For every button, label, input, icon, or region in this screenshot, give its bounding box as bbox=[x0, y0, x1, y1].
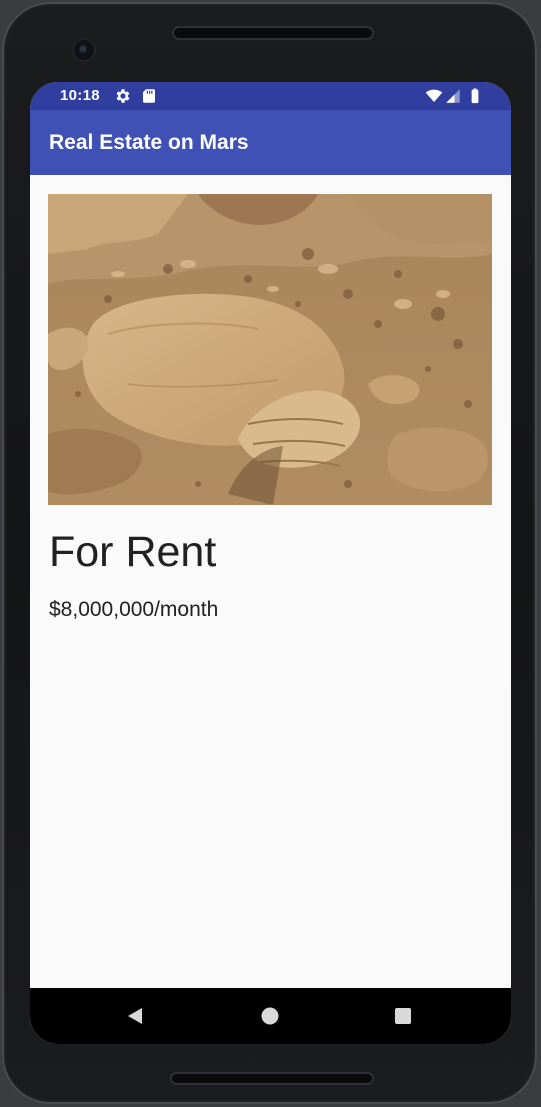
cell-signal-icon bbox=[446, 89, 460, 103]
home-icon[interactable] bbox=[257, 1003, 283, 1029]
sd-card-icon bbox=[143, 89, 155, 103]
battery-icon bbox=[471, 88, 479, 104]
navigation-bar bbox=[30, 988, 511, 1044]
wifi-icon bbox=[425, 89, 443, 102]
listing-price: $8,000,000/month bbox=[49, 598, 219, 621]
recents-icon[interactable] bbox=[390, 1003, 416, 1029]
settings-gear-icon bbox=[116, 89, 130, 103]
listing-detail: For Rent $8,000,000/month bbox=[30, 175, 511, 988]
back-icon[interactable] bbox=[122, 1003, 148, 1029]
device-screen: 10:18 Real Estate on Mars For Rent $8,00… bbox=[30, 82, 511, 1044]
app-title: Real Estate on Mars bbox=[49, 131, 249, 154]
listing-type: For Rent bbox=[49, 528, 217, 576]
front-camera bbox=[74, 40, 94, 60]
status-time: 10:18 bbox=[60, 87, 100, 104]
phone-frame: 10:18 Real Estate on Mars For Rent $8,00… bbox=[2, 2, 537, 1104]
mars-surface-photo bbox=[48, 194, 492, 505]
app-bar: Real Estate on Mars bbox=[30, 110, 511, 175]
earpiece-speaker bbox=[174, 28, 372, 38]
status-bar: 10:18 bbox=[30, 82, 511, 110]
bottom-speaker bbox=[172, 1074, 372, 1083]
